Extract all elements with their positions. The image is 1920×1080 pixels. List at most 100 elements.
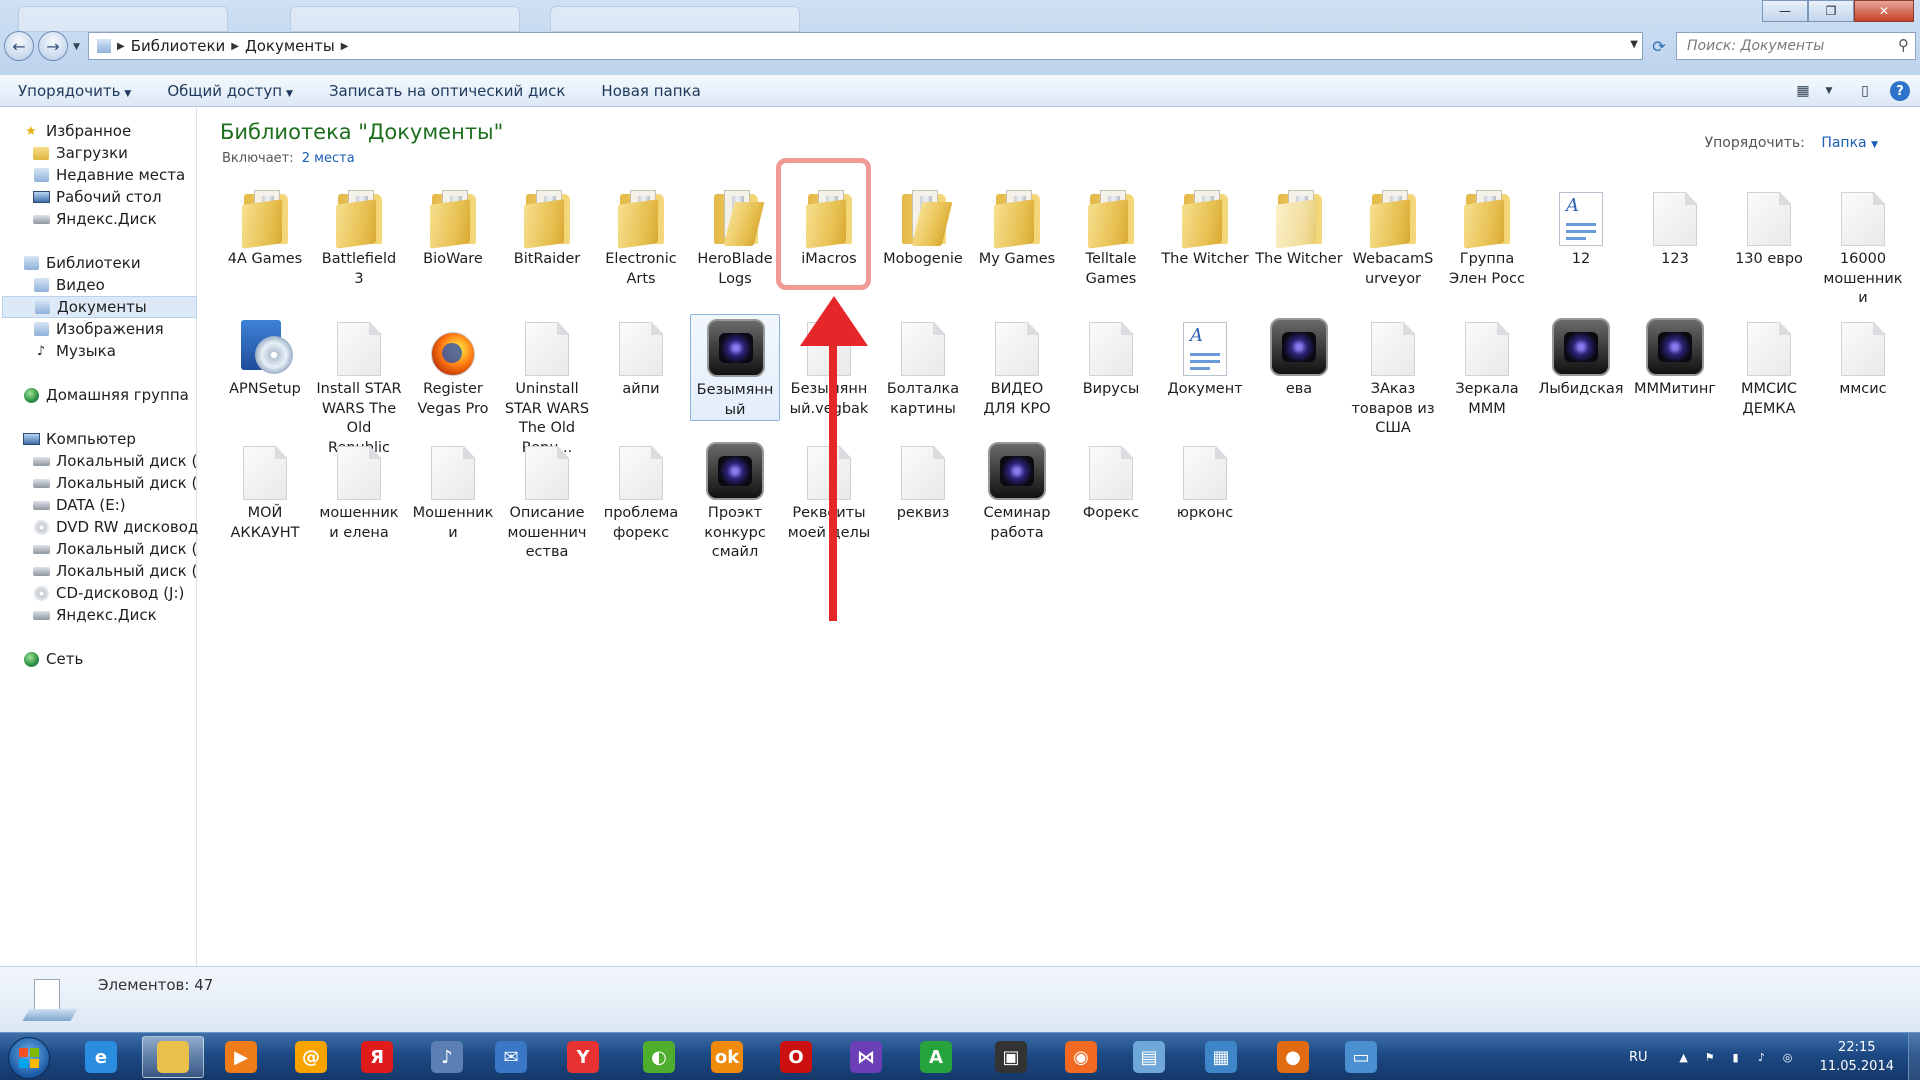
folder-item[interactable]: 4A Games bbox=[220, 184, 310, 270]
address-dropdown-icon[interactable]: ▼ bbox=[1630, 39, 1638, 50]
taskbar-volume[interactable]: ♪ bbox=[416, 1036, 478, 1078]
nav-homegroup[interactable]: Домашняя группа bbox=[22, 384, 217, 406]
taskbar-visual-studio[interactable]: ⋈ bbox=[835, 1036, 897, 1078]
taskbar-yandex[interactable]: Я bbox=[346, 1036, 408, 1078]
new-folder-button[interactable]: Новая папка bbox=[583, 82, 718, 100]
breadcrumb-separator-icon[interactable]: ▶ bbox=[117, 41, 125, 52]
file-item[interactable]: проблема форекс bbox=[596, 438, 686, 543]
file-item[interactable]: Uninstall STAR WARS The Old Repu... bbox=[502, 314, 592, 458]
folder-item[interactable]: My Games bbox=[972, 184, 1062, 270]
taskbar-media-player[interactable]: ▶ bbox=[210, 1036, 272, 1078]
file-item[interactable]: айпи bbox=[596, 314, 686, 400]
file-item[interactable]: 130 евро bbox=[1724, 184, 1814, 270]
folder-item[interactable]: The Witcher bbox=[1254, 184, 1344, 270]
file-item[interactable]: ева bbox=[1254, 314, 1344, 400]
folder-item[interactable]: Electronic Arts bbox=[596, 184, 686, 289]
breadcrumb-documents[interactable]: Документы bbox=[245, 37, 335, 55]
file-item[interactable]: ммсис bbox=[1818, 314, 1908, 400]
folder-item[interactable]: Группа Элен Росс bbox=[1442, 184, 1532, 289]
forward-button[interactable]: → bbox=[38, 31, 68, 61]
minimize-button[interactable]: — bbox=[1762, 0, 1808, 22]
taskbar-explorer[interactable] bbox=[142, 1036, 204, 1078]
file-item[interactable]: Описание мошеннич ества bbox=[502, 438, 592, 563]
view-options-icon[interactable]: ▦ bbox=[1792, 80, 1814, 102]
taskbar-odnoklassniki[interactable]: ok bbox=[696, 1036, 758, 1078]
file-item[interactable]: A Документ bbox=[1160, 314, 1250, 400]
tray-app-icon[interactable]: ◎ bbox=[1780, 1049, 1796, 1065]
arrange-by-dropdown[interactable]: Папка ▼ bbox=[1821, 135, 1878, 151]
clock[interactable]: 22:15 11.05.2014 bbox=[1820, 1038, 1894, 1076]
taskbar-green-app[interactable]: ◐ bbox=[628, 1036, 690, 1078]
folder-item[interactable]: Mobogenie bbox=[878, 184, 968, 270]
taskbar-firefox[interactable]: ● bbox=[1262, 1036, 1324, 1078]
back-button[interactable]: ← bbox=[4, 31, 34, 61]
file-item[interactable]: Вирусы bbox=[1066, 314, 1156, 400]
close-button[interactable]: ✕ bbox=[1854, 0, 1914, 22]
nav-computer[interactable]: Компьютер bbox=[22, 428, 217, 450]
history-dropdown-icon[interactable]: ▼ bbox=[73, 42, 80, 52]
file-item[interactable]: Семинар работа bbox=[972, 438, 1062, 543]
nav-network[interactable]: Сеть bbox=[22, 648, 217, 670]
network-signal-icon[interactable]: ▮ bbox=[1728, 1049, 1744, 1065]
volume-icon[interactable]: ♪ bbox=[1754, 1049, 1770, 1065]
file-item[interactable]: APNSetup bbox=[220, 314, 310, 400]
breadcrumb-separator-icon[interactable]: ▶ bbox=[341, 41, 349, 52]
action-center-icon[interactable]: ⚑ bbox=[1702, 1049, 1718, 1065]
folder-item[interactable]: Telltale Games bbox=[1066, 184, 1156, 289]
refresh-button[interactable]: ⟳ bbox=[1644, 32, 1674, 60]
search-input[interactable]: Поиск: Документы ⚲ bbox=[1676, 32, 1916, 60]
share-menu[interactable]: Общий доступ ▼ bbox=[149, 82, 311, 100]
file-item[interactable]: реквиз bbox=[878, 438, 968, 524]
nav-favorites[interactable]: ★ Избранное bbox=[22, 120, 217, 142]
breadcrumb-libraries[interactable]: Библиотеки bbox=[131, 37, 226, 55]
folder-item[interactable]: The Witcher bbox=[1160, 184, 1250, 270]
folder-item[interactable]: HeroBlade Logs bbox=[690, 184, 780, 289]
nav-documents[interactable]: Документы bbox=[2, 296, 197, 318]
file-item[interactable]: юрконс bbox=[1160, 438, 1250, 524]
file-item[interactable]: МММитинг bbox=[1630, 314, 1720, 400]
file-item[interactable]: Лыбидская bbox=[1536, 314, 1626, 400]
address-bar[interactable]: ▶ Библиотеки ▶ Документы ▶ ▼ bbox=[88, 32, 1643, 60]
taskbar-opera[interactable]: O bbox=[765, 1036, 827, 1078]
file-item[interactable]: мошенник и елена bbox=[314, 438, 404, 543]
file-item[interactable]: ВИДЕО ДЛЯ КРО bbox=[972, 314, 1062, 419]
file-item[interactable]: A 12 bbox=[1536, 184, 1626, 270]
preview-pane-icon[interactable]: ▯ bbox=[1854, 80, 1876, 102]
view-dropdown-icon[interactable]: ▼ bbox=[1818, 80, 1840, 102]
file-item[interactable]: МОЙ АККАУНТ bbox=[220, 438, 310, 543]
taskbar-ie[interactable]: e bbox=[70, 1036, 132, 1078]
taskbar-notes[interactable]: ▤ bbox=[1118, 1036, 1180, 1078]
organize-menu[interactable]: Упорядочить ▼ bbox=[0, 82, 149, 100]
taskbar-yandex-browser[interactable]: Y bbox=[552, 1036, 614, 1078]
folder-item[interactable]: BitRaider bbox=[502, 184, 592, 270]
maximize-button[interactable]: ❐ bbox=[1808, 0, 1854, 22]
start-button[interactable] bbox=[8, 1037, 50, 1079]
burn-button[interactable]: Записать на оптический диск bbox=[311, 82, 583, 100]
taskbar-photo-viewer[interactable]: ▦ bbox=[1190, 1036, 1252, 1078]
breadcrumb-separator-icon[interactable]: ▶ bbox=[231, 41, 239, 52]
folder-item[interactable]: WebacamS urveyor bbox=[1348, 184, 1438, 289]
file-item[interactable]: Мошенник и bbox=[408, 438, 498, 543]
folder-item[interactable]: BioWare bbox=[408, 184, 498, 270]
taskbar-a-app[interactable]: A bbox=[905, 1036, 967, 1078]
file-item[interactable]: Форекс bbox=[1066, 438, 1156, 524]
file-item[interactable]: Болталка картины bbox=[878, 314, 968, 419]
taskbar-camera[interactable]: ▣ bbox=[980, 1036, 1042, 1078]
help-icon[interactable]: ? bbox=[1890, 81, 1910, 101]
file-item[interactable]: Проэкт конкурс смайл bbox=[690, 438, 780, 563]
folder-item[interactable]: Battlefield 3 bbox=[314, 184, 404, 289]
file-item[interactable]: Зеркала МММ bbox=[1442, 314, 1532, 419]
file-item[interactable]: ЗАказ товаров из США bbox=[1348, 314, 1438, 439]
file-item[interactable]: ММСИС ДЕМКА bbox=[1724, 314, 1814, 419]
file-item[interactable]: Register Vegas Pro bbox=[408, 314, 498, 419]
taskbar-origin[interactable]: ◉ bbox=[1050, 1036, 1112, 1078]
file-item[interactable]: 123 bbox=[1630, 184, 1720, 270]
show-desktop-button[interactable] bbox=[1908, 1033, 1920, 1080]
taskbar-remote-desktop[interactable]: ▭ bbox=[1330, 1036, 1392, 1078]
file-item[interactable]: 16000 мошенник и bbox=[1818, 184, 1908, 309]
file-item[interactable]: Безымянн ый bbox=[690, 314, 780, 421]
nav-libraries[interactable]: Библиотеки bbox=[22, 252, 217, 274]
taskbar-mail-ru-agent[interactable]: @ bbox=[280, 1036, 342, 1078]
search-icon[interactable]: ⚲ bbox=[1898, 36, 1909, 54]
show-hidden-icons-icon[interactable]: ▲ bbox=[1676, 1049, 1692, 1065]
